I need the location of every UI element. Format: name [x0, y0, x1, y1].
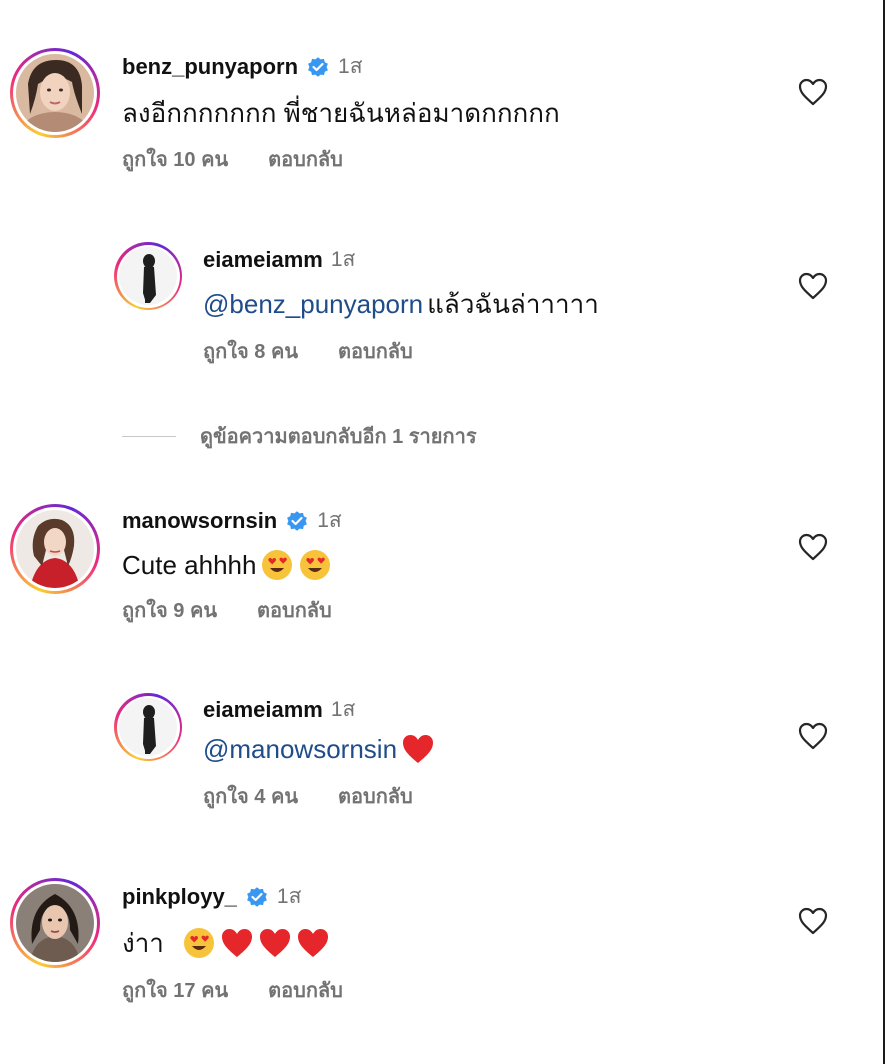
avatar[interactable]: [114, 242, 182, 310]
reply-text: @manowsornsin: [203, 732, 435, 766]
timestamp: 1ส: [317, 509, 342, 532]
verified-badge-icon: [247, 887, 267, 907]
timestamp: 1ส: [330, 248, 356, 271]
like-count[interactable]: ถูกใจ 9 คน: [122, 599, 217, 623]
view-more-replies-button[interactable]: ดูข้อความตอบกลับอีก 1 รายการ: [122, 420, 477, 452]
heart-outline-icon[interactable]: [798, 78, 828, 106]
reply-button[interactable]: ตอบกลับ: [338, 785, 413, 809]
red-heart-emoji-icon: [297, 929, 328, 957]
divider-line: [122, 435, 176, 437]
avatar[interactable]: [10, 48, 100, 138]
avatar[interactable]: [10, 878, 100, 968]
comment-text: ง่าา: [122, 926, 330, 960]
heart-outline-icon[interactable]: [798, 907, 828, 935]
comment-text: ลงอีกกกกกกก พี่ชายฉันหล่อมาดกกกกก: [122, 98, 560, 128]
heart-eyes-emoji-icon: [300, 550, 331, 580]
heart-outline-icon[interactable]: [798, 533, 828, 561]
avatar[interactable]: [10, 504, 100, 594]
username[interactable]: pinkployy_: [122, 884, 237, 910]
avatar[interactable]: [114, 693, 182, 761]
like-count[interactable]: ถูกใจ 10 คน: [122, 148, 228, 172]
heart-outline-icon[interactable]: [798, 272, 828, 300]
verified-badge-icon: [308, 57, 328, 77]
like-count[interactable]: ถูกใจ 4 คน: [203, 785, 298, 809]
heart-eyes-emoji-icon: [262, 550, 293, 580]
view-more-label: ดูข้อความตอบกลับอีก 1 รายการ: [200, 426, 477, 448]
mention-link[interactable]: @manowsornsin: [203, 733, 397, 765]
comment-body: Cute ahhhh: [122, 550, 257, 580]
verified-badge-icon: [287, 511, 308, 531]
reply-button[interactable]: ตอบกลับ: [257, 599, 332, 623]
like-count[interactable]: ถูกใจ 8 คน: [203, 340, 298, 364]
red-heart-emoji-icon: [403, 735, 434, 763]
avatar-photo: [16, 54, 94, 132]
avatar-photo: [16, 884, 94, 962]
comment-text: Cute ahhhh: [122, 548, 332, 582]
username[interactable]: benz_punyaporn: [122, 54, 298, 80]
timestamp: 1ส: [276, 885, 302, 908]
heart-outline-icon[interactable]: [798, 722, 828, 750]
avatar-photo: [16, 510, 94, 588]
reply-button[interactable]: ตอบกลับ: [268, 979, 343, 1003]
comment-body: ง่าา: [122, 928, 164, 958]
mention-link[interactable]: @benz_punyaporn: [203, 288, 423, 320]
reply-button[interactable]: ตอบกลับ: [338, 340, 413, 364]
username[interactable]: eiameiamm: [203, 247, 323, 273]
reply-text: @benz_punyaporn แล้วฉันล่าาาาา: [203, 288, 599, 320]
reply-body: แล้วฉันล่าาาาา: [427, 289, 599, 319]
timestamp: 1ส: [330, 698, 356, 721]
timestamp: 1ส: [338, 55, 363, 78]
username[interactable]: manowsornsin: [122, 508, 277, 534]
reply-button[interactable]: ตอบกลับ: [268, 148, 343, 172]
red-heart-emoji-icon: [259, 929, 290, 957]
heart-eyes-emoji-icon: [183, 928, 214, 958]
red-heart-emoji-icon: [221, 929, 252, 957]
avatar-photo: [119, 698, 177, 756]
avatar-photo: [119, 247, 177, 305]
username[interactable]: eiameiamm: [203, 697, 323, 723]
like-count[interactable]: ถูกใจ 17 คน: [122, 979, 228, 1003]
